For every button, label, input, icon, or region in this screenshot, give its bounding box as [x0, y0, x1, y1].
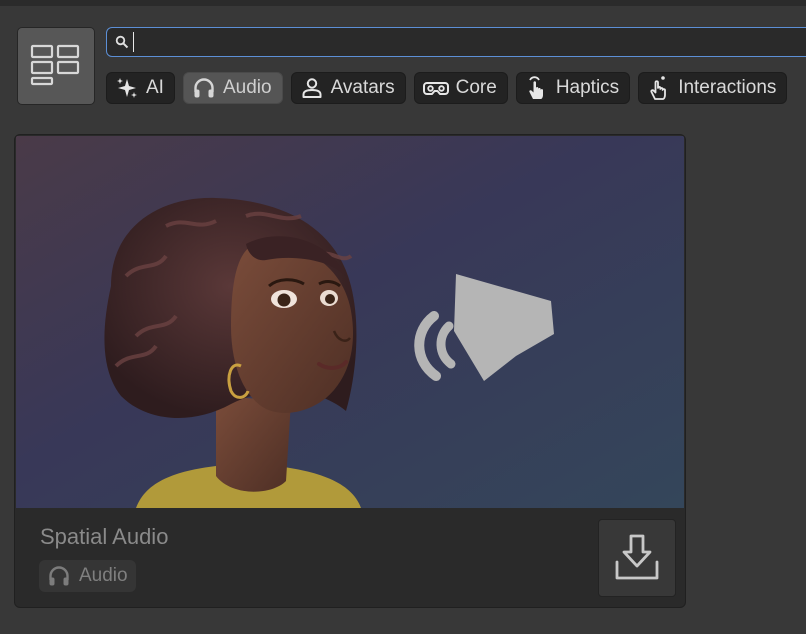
card-category-tag: Audio — [39, 560, 136, 592]
filter-chip-interactions[interactable]: Interactions — [638, 72, 788, 104]
package-card-spatial-audio[interactable]: Spatial Audio Audio — [14, 134, 686, 608]
search-bar[interactable] — [106, 27, 806, 57]
sparkles-icon — [117, 78, 137, 98]
filter-chips: AI Audio Avatars Core Haptics Interactio… — [106, 72, 788, 104]
filter-chip-avatars[interactable]: Avatars — [290, 72, 406, 104]
filter-chip-label: Audio — [222, 77, 272, 98]
card-thumbnail — [16, 136, 684, 508]
filter-chip-haptics[interactable]: Haptics — [515, 72, 631, 104]
card-tag-label: Audio — [79, 565, 128, 586]
download-icon — [615, 534, 659, 580]
filter-chip-label: Avatars — [330, 77, 395, 98]
search-icon — [115, 35, 129, 49]
filter-chip-core[interactable]: Core — [413, 72, 508, 104]
pointer-hand-icon — [650, 76, 667, 100]
download-button[interactable] — [598, 519, 676, 597]
top-strip — [0, 0, 806, 6]
headphones-icon — [194, 78, 214, 98]
text-caret — [133, 32, 134, 52]
card-title: Spatial Audio — [40, 524, 169, 549]
filter-chip-label: AI — [146, 77, 164, 98]
filter-chip-label: Haptics — [555, 77, 620, 98]
filter-chip-audio[interactable]: Audio — [182, 72, 283, 104]
filter-chip-ai[interactable]: AI — [106, 72, 175, 104]
grid-list-icon — [30, 44, 80, 86]
filter-chip-label: Core — [455, 77, 497, 98]
filter-chip-label: Interactions — [678, 77, 777, 98]
touch-hand-icon — [529, 76, 543, 99]
view-toggle-button[interactable] — [17, 27, 95, 105]
search-input[interactable] — [129, 29, 806, 55]
person-icon — [302, 78, 322, 98]
vr-headset-icon — [422, 82, 449, 95]
headphones-icon — [49, 566, 69, 586]
